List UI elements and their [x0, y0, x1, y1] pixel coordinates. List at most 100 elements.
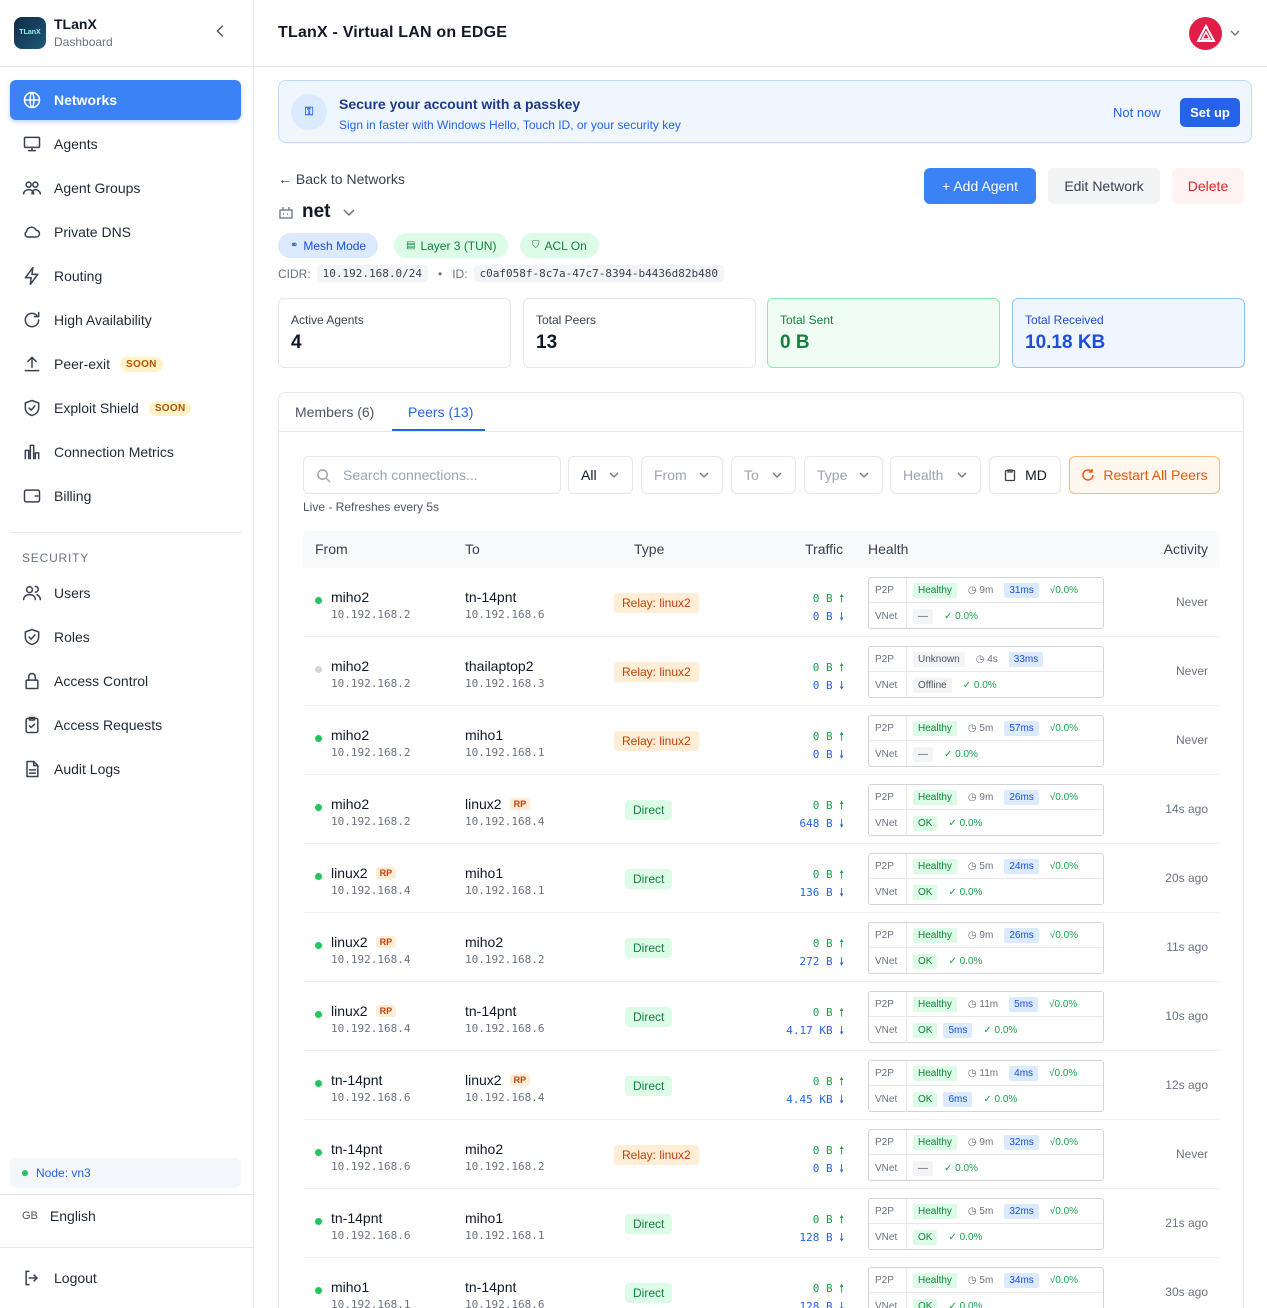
col-type[interactable]: Type — [634, 541, 664, 557]
from-agent[interactable]: miho2 — [331, 658, 369, 674]
sidebar-item-agents[interactable]: Agents — [10, 124, 241, 164]
table-row[interactable]: miho2 10.192.168.2 miho1 10.192.168.1 Relay:… — [303, 706, 1220, 775]
sidebar-item-roles[interactable]: Roles — [10, 617, 241, 657]
from-agent[interactable]: linux2 RP — [331, 1003, 397, 1019]
to-agent[interactable]: tn-14pnt — [465, 1003, 516, 1019]
scope-filter-select[interactable]: All — [568, 456, 633, 494]
arrow-up-icon: 🠕 — [839, 730, 844, 743]
health-vnet-row: VNet — ✓ 0.0% — [869, 1156, 1103, 1181]
language-selector[interactable]: GB English — [22, 1208, 96, 1224]
chevron-left-icon[interactable] — [212, 22, 230, 40]
to-agent[interactable]: linux2 RP — [465, 1072, 531, 1088]
col-activity[interactable]: Activity — [1164, 541, 1208, 557]
health-filter-select[interactable]: Health — [890, 456, 981, 494]
sidebar-item-billing[interactable]: Billing — [10, 476, 241, 516]
stat-value: 10.18 KB — [1025, 332, 1106, 353]
health-p2p-row: P2P Healthy ◷ 9m 26ms √0.0% — [869, 785, 1103, 810]
to-agent[interactable]: miho1 — [465, 727, 503, 743]
table-row[interactable]: tn-14pnt 10.192.168.6 linux2 RP 10.192.168.4… — [303, 1051, 1220, 1120]
to-filter-select[interactable]: To — [731, 456, 796, 494]
p2p-latency-badge: 26ms — [1004, 789, 1039, 805]
to-agent[interactable]: tn-14pnt — [465, 1279, 516, 1295]
sidebar-item-access-control[interactable]: Access Control — [10, 661, 241, 701]
table-row[interactable]: miho2 10.192.168.2 linux2 RP 10.192.168.4 Dir… — [303, 775, 1220, 844]
health-vnet-row: VNet OK ✓ 0.0% — [869, 949, 1103, 974]
to-agent[interactable]: miho1 — [465, 1210, 503, 1226]
logout-icon — [25, 1270, 39, 1286]
to-agent[interactable]: tn-14pnt — [465, 589, 516, 605]
to-agent[interactable]: thailaptop2 — [465, 658, 534, 674]
type-filter-select[interactable]: Type — [804, 456, 883, 494]
back-to-networks-link[interactable]: ← Back to Networks — [278, 171, 405, 187]
col-from[interactable]: From — [315, 541, 348, 557]
table-row[interactable]: linux2 RP 10.192.168.4 tn-14pnt 10.192.168.6… — [303, 982, 1220, 1051]
sidebar-item-networks[interactable]: Networks — [10, 80, 241, 120]
col-to[interactable]: To — [465, 541, 480, 557]
to-agent[interactable]: miho1 — [465, 865, 503, 881]
p2p-age: ◷ 5m — [963, 1204, 998, 1219]
table-row[interactable]: linux2 RP 10.192.168.4 miho2 10.192.168.2 Dir… — [303, 913, 1220, 982]
sidebar-item-routing[interactable]: Routing — [10, 256, 241, 296]
sidebar-item-connection-metrics[interactable]: Connection Metrics — [10, 432, 241, 472]
from-filter-select[interactable]: From — [641, 456, 723, 494]
table-row[interactable]: miho1 10.192.168.1 tn-14pnt 10.192.168.6 Dir… — [303, 1258, 1220, 1308]
p2p-age: ◷ 11m — [963, 1066, 1003, 1081]
arrow-up-icon: 🠕 — [839, 1282, 844, 1295]
chevron-down-icon — [957, 472, 967, 478]
table-row[interactable]: tn-14pnt 10.192.168.6 miho1 10.192.168.1 Dir… — [303, 1189, 1220, 1258]
clock-icon: ◷ — [975, 653, 985, 665]
table-row[interactable]: miho2 10.192.168.2 thailaptop2 10.192.168.3… — [303, 637, 1220, 706]
from-ip: 10.192.168.4 — [331, 884, 411, 897]
delete-network-button[interactable]: Delete — [1172, 168, 1244, 204]
search-input[interactable]: Search connections... — [303, 456, 561, 494]
sidebar-item-users[interactable]: Users — [10, 573, 241, 613]
layer-pill: ▤ Layer 3 (TUN) — [394, 233, 509, 258]
sidebar-item-high-availability[interactable]: High Availability — [10, 300, 241, 340]
edit-network-button[interactable]: Edit Network — [1048, 168, 1160, 204]
from-agent[interactable]: tn-14pnt — [331, 1072, 382, 1088]
table-row[interactable]: linux2 RP 10.192.168.4 miho1 10.192.168.1 Dir… — [303, 844, 1220, 913]
sidebar-item-audit-logs[interactable]: Audit Logs — [10, 749, 241, 789]
sidebar-item-peer-exit[interactable]: Peer-exit SOON — [10, 344, 241, 384]
from-agent[interactable]: miho2 — [331, 796, 369, 812]
network-selector[interactable]: net — [278, 201, 357, 223]
health-p2p-row: P2P Healthy ◷ 5m 32ms √0.0% — [869, 1199, 1103, 1224]
brand[interactable]: TLanX TLanX Dashboard — [14, 16, 113, 49]
add-agent-button[interactable]: + Add Agent — [924, 168, 1036, 204]
p2p-age: ◷ 9m — [963, 1135, 998, 1150]
p2p-age: ◷ 5m — [963, 1273, 998, 1288]
vnet-status-badge: OK — [913, 1299, 938, 1308]
sidebar-item-private-dns[interactable]: Private DNS — [10, 212, 241, 252]
copy-markdown-button[interactable]: MD — [989, 456, 1061, 494]
from-agent[interactable]: miho2 — [331, 727, 369, 743]
p2p-status-badge: Healthy — [913, 582, 957, 598]
not-now-button[interactable]: Not now — [1113, 105, 1161, 120]
col-traffic[interactable]: Traffic — [805, 541, 843, 557]
from-agent[interactable]: miho1 — [331, 1279, 369, 1295]
table-row[interactable]: miho2 10.192.168.2 tn-14pnt 10.192.168.6 Rel… — [303, 568, 1220, 637]
from-agent[interactable]: tn-14pnt — [331, 1210, 382, 1226]
avatar[interactable] — [1189, 17, 1222, 50]
restart-all-peers-button[interactable]: Restart All Peers — [1069, 456, 1220, 494]
table-row[interactable]: tn-14pnt 10.192.168.6 miho2 10.192.168.2 Rel… — [303, 1120, 1220, 1189]
tab-peers[interactable]: Peers (13) — [408, 404, 473, 420]
to-agent[interactable]: miho2 — [465, 1141, 503, 1157]
to-agent[interactable]: miho2 — [465, 934, 503, 950]
col-health[interactable]: Health — [868, 541, 908, 557]
from-agent[interactable]: tn-14pnt — [331, 1141, 382, 1157]
sidebar-item-access-requests[interactable]: Access Requests — [10, 705, 241, 745]
network-icon — [279, 207, 293, 219]
sidebar-item-agent-groups[interactable]: Agent Groups — [10, 168, 241, 208]
from-agent[interactable]: linux2 RP — [331, 865, 397, 881]
setup-button[interactable]: Set up — [1180, 98, 1240, 127]
vnet-status-badge: — — [913, 609, 933, 624]
chevron-down-icon[interactable] — [1228, 26, 1242, 40]
to-agent[interactable]: linux2 RP — [465, 796, 531, 812]
from-agent[interactable]: linux2 RP — [331, 934, 397, 950]
p2p-latency-badge: 33ms — [1008, 651, 1044, 667]
logout-button[interactable]: Logout — [22, 1268, 97, 1288]
loss-badge: √0.0% — [1049, 1274, 1079, 1286]
sidebar-item-exploit-shield[interactable]: Exploit Shield SOON — [10, 388, 241, 428]
from-agent[interactable]: miho2 — [331, 589, 369, 605]
tab-members[interactable]: Members (6) — [295, 404, 374, 420]
